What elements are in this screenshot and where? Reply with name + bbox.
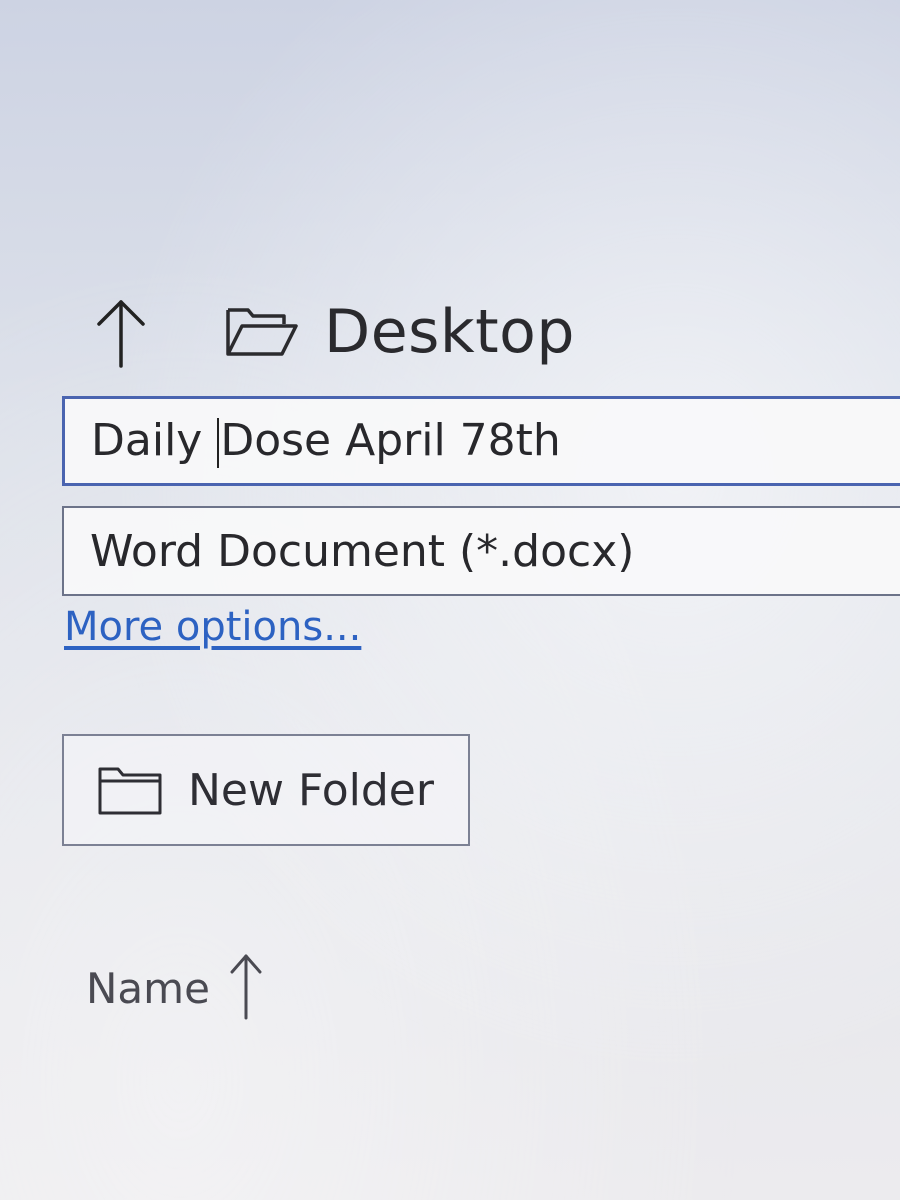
sort-ascending-arrow-icon: [228, 948, 264, 1028]
column-header-name[interactable]: Name: [86, 948, 264, 1028]
more-options-link[interactable]: More options...: [64, 604, 361, 650]
file-type-value: Word Document (*.docx): [90, 525, 635, 577]
location-bar: Desktop: [86, 292, 575, 372]
new-folder-label: New Folder: [188, 764, 434, 816]
column-header-label: Name: [86, 963, 210, 1013]
arrow-up-icon: [97, 300, 145, 368]
save-dialog: Desktop Daily Dose April 78th Word Docum…: [0, 0, 900, 1200]
file-name-input[interactable]: Daily Dose April 78th: [62, 396, 900, 486]
file-name-value: Daily Dose April 78th: [65, 415, 561, 468]
folder-open-icon: [222, 302, 300, 362]
file-type-select[interactable]: Word Document (*.docx): [62, 506, 900, 596]
file-name-value-end: Dose April 78th: [220, 414, 561, 466]
file-name-value-start: Daily: [91, 414, 217, 466]
folder-icon: [96, 761, 164, 819]
up-folder-button[interactable]: [86, 292, 156, 372]
new-folder-button[interactable]: New Folder: [62, 734, 470, 846]
current-location-label: Desktop: [324, 297, 575, 367]
